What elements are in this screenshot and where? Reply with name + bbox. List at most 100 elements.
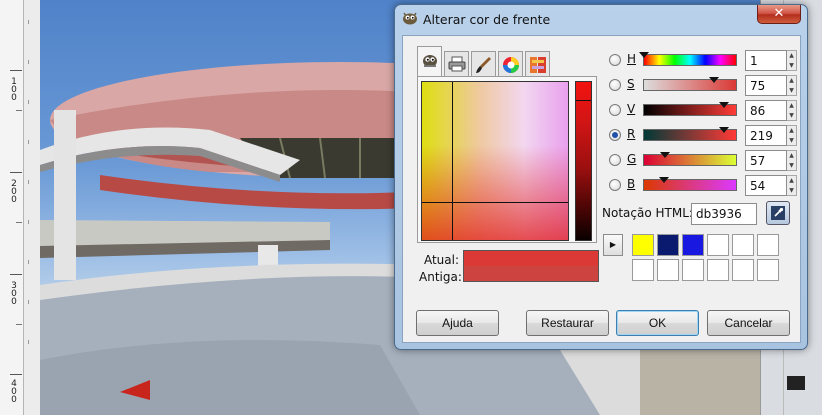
slider-track-b[interactable]: [643, 177, 737, 191]
slider-label-v: V: [627, 102, 636, 116]
color-wheel-icon: [503, 57, 519, 73]
help-button[interactable]: Ajuda: [416, 310, 499, 336]
history-swatch[interactable]: [732, 259, 754, 281]
eyedropper-icon: [771, 206, 785, 220]
old-color-swatch[interactable]: [463, 266, 599, 282]
ruler-tick: [16, 110, 22, 111]
tab-wheel[interactable]: [498, 51, 523, 76]
spin-arrows-r[interactable]: ▲ ▼: [787, 125, 797, 146]
canvas-margin: [24, 0, 40, 415]
ruler-tick: [16, 222, 22, 223]
cmyk-printer-icon: [448, 56, 466, 72]
ruler-tick: [10, 70, 22, 71]
slider-label-s: S: [627, 77, 635, 91]
slider-label-h: H: [627, 52, 637, 66]
tab-scales[interactable]: [525, 51, 550, 76]
reset-button[interactable]: Restaurar: [526, 310, 609, 336]
radio-g[interactable]: [609, 154, 621, 166]
history-swatch[interactable]: [707, 259, 729, 281]
ruler-tick: [10, 172, 22, 173]
radio-b[interactable]: [609, 179, 621, 191]
spin-input-h[interactable]: 1: [745, 50, 787, 71]
guide-dash: [28, 100, 29, 104]
html-notation-label: Notação HTML:: [602, 206, 693, 220]
radio-h[interactable]: [609, 54, 621, 66]
slider-track-g[interactable]: [643, 152, 737, 166]
radio-s[interactable]: [609, 79, 621, 91]
radio-v[interactable]: [609, 104, 621, 116]
ruler-tick: [10, 274, 22, 275]
slider-label-b: B: [627, 177, 636, 191]
cancel-button[interactable]: Cancelar: [707, 310, 790, 336]
history-swatch[interactable]: [657, 234, 679, 256]
slider-track-h[interactable]: [639, 52, 737, 66]
guide-dash: [28, 60, 29, 64]
dialog-titlebar[interactable]: Alterar cor de frente ✕: [395, 5, 807, 33]
ruler-tick: [10, 374, 22, 375]
spin-input-b[interactable]: 54: [745, 175, 787, 196]
history-swatch[interactable]: [632, 259, 654, 281]
gimp-icon: [403, 12, 417, 25]
vertical-ruler[interactable]: 100 200 300 400: [0, 0, 24, 415]
history-add-button[interactable]: ▶: [603, 234, 623, 256]
slider-row-r: R 219 ▲ ▼: [609, 125, 797, 146]
spin-arrows-h[interactable]: ▲ ▼: [787, 50, 797, 71]
history-swatch[interactable]: [707, 234, 729, 256]
history-swatch[interactable]: [657, 259, 679, 281]
spin-arrows-g[interactable]: ▲ ▼: [787, 150, 797, 171]
radio-r[interactable]: [609, 129, 621, 141]
close-button[interactable]: ✕: [757, 5, 801, 24]
history-swatch[interactable]: [682, 259, 704, 281]
guide-dash: [28, 300, 29, 304]
slider-label-g: G: [627, 152, 637, 166]
history-swatch[interactable]: [632, 234, 654, 256]
slider-handle-r[interactable]: [719, 127, 729, 133]
spin-input-r[interactable]: 219: [745, 125, 787, 146]
html-notation-input[interactable]: db3936: [691, 203, 757, 225]
guide-dash: [28, 180, 29, 184]
history-swatch[interactable]: [732, 234, 754, 256]
slider-handle-h[interactable]: [639, 52, 649, 58]
slider-handle-v[interactable]: [719, 102, 729, 108]
slider-track-v[interactable]: [643, 102, 737, 116]
color-picker-button[interactable]: [766, 201, 790, 225]
spin-input-s[interactable]: 75: [745, 75, 787, 96]
current-color-swatch: [463, 250, 599, 266]
slider-row-b: B 54 ▲ ▼: [609, 175, 797, 196]
spin-arrows-b[interactable]: ▲ ▼: [787, 175, 797, 196]
spin-input-g[interactable]: 57: [745, 150, 787, 171]
tab-gimp-selector[interactable]: [417, 46, 442, 77]
slider-row-h: H 1 ▲ ▼: [609, 50, 797, 71]
spin-input-v[interactable]: 86: [745, 100, 787, 121]
spin-arrows-v[interactable]: ▲ ▼: [787, 100, 797, 121]
watercolor-brush-icon: [476, 57, 491, 73]
dock-icon: [787, 376, 805, 390]
spin-arrows-s[interactable]: ▲ ▼: [787, 75, 797, 96]
history-swatch[interactable]: [757, 259, 779, 281]
dialog-title: Alterar cor de frente: [423, 12, 551, 27]
tab-watercolor[interactable]: [471, 51, 496, 76]
slider-label-r: R: [627, 127, 636, 141]
slider-track-s[interactable]: [643, 77, 737, 91]
swatch-labels: Atual: Antiga:: [419, 252, 462, 286]
slider-handle-s[interactable]: [709, 77, 719, 83]
slider-row-v: V 86 ▲ ▼: [609, 100, 797, 121]
sv-crosshair-horizontal: [422, 202, 568, 203]
ok-button[interactable]: OK: [616, 310, 699, 336]
guide-dash: [28, 140, 29, 144]
dialog-body: Atual: Antiga: H 1 ▲ ▼ S 75 ▲ ▼ V 86 ▲ ▼…: [402, 35, 801, 343]
close-icon: ✕: [773, 6, 785, 21]
saturation-value-area[interactable]: [421, 81, 569, 241]
slider-handle-b[interactable]: [659, 177, 669, 183]
gimp-selector-icon: [423, 55, 437, 67]
slider-handle-g[interactable]: [660, 152, 670, 158]
value-strip-cursor: [576, 100, 591, 101]
ruler-label: 400: [11, 379, 17, 405]
palette-scales-icon: [530, 57, 546, 73]
slider-track-r[interactable]: [643, 127, 737, 141]
tab-cmyk[interactable]: [444, 51, 469, 76]
value-strip[interactable]: [575, 81, 592, 241]
history-swatch[interactable]: [682, 234, 704, 256]
current-color-label: Atual:: [423, 253, 459, 267]
history-swatch[interactable]: [757, 234, 779, 256]
